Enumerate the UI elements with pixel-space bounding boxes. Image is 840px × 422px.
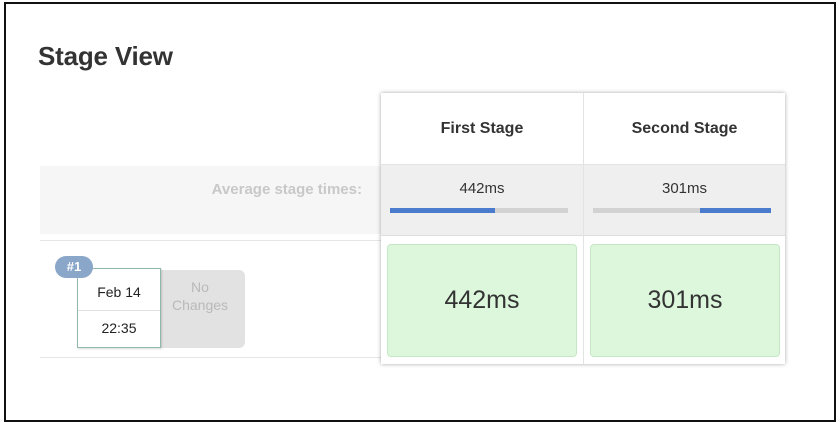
stage-average-bar-fill-second [699,208,771,213]
build-date: Feb 14 [97,284,141,300]
average-stage-times-label: Average stage times: [211,181,362,198]
build-date-card[interactable]: Feb 14 22:35 [77,268,161,348]
changes-label-line1: No [191,279,209,295]
stage-average-first: 442ms [381,165,583,236]
stage-average-second: 301ms [584,165,785,236]
stage-header-second: Second Stage [584,93,785,165]
stage-average-time-second: 301ms [661,180,708,197]
build-time: 22:35 [101,320,137,336]
changes-card[interactable]: No Changes [155,270,245,348]
stage-cell-second[interactable]: 301ms [590,244,780,357]
stage-average-bar-first [390,208,568,213]
build-number-badge[interactable]: #1 [55,256,93,278]
average-row-band [40,166,382,234]
changes-label-line2: Changes [171,297,229,313]
page-title: Stage View [38,41,173,71]
stage-column-first: First Stage 442ms 442ms [381,93,583,364]
stage-column-second: Second Stage 301ms 301ms [583,93,785,364]
stage-average-bar-second [593,208,771,213]
stage-average-bar-fill-first [390,208,496,213]
stage-header-first: First Stage [381,93,583,165]
stage-table: First Stage 442ms 442ms Second Stage 301… [381,93,785,364]
stage-average-time-first: 442ms [459,180,505,197]
build-date-divider [78,310,160,311]
stage-cell-first[interactable]: 442ms [387,244,577,357]
